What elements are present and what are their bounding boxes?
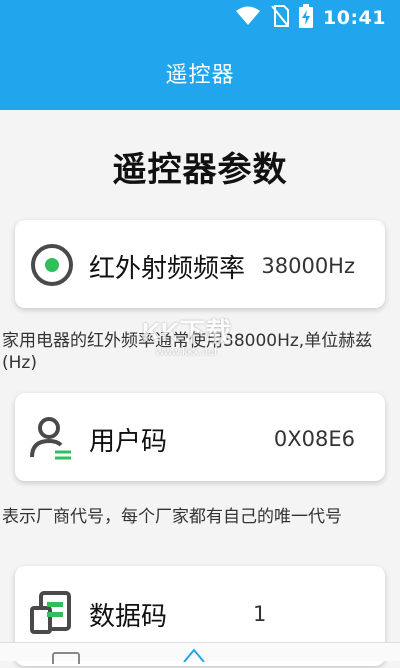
status-bar: 10:41 xyxy=(0,0,400,36)
param-description: 表示厂商代号，每个厂家都有自己的唯一代号 xyxy=(2,507,342,527)
param-card-frequency[interactable]: 红外射频频率 38000Hz xyxy=(15,220,385,308)
status-time: 10:41 xyxy=(323,7,386,29)
param-value: 0X08E6 xyxy=(273,427,355,451)
bottom-nav xyxy=(0,642,400,668)
watermark: KK下载 www.kkx.net xyxy=(142,312,267,364)
no-sim-icon xyxy=(271,5,290,31)
param-value: 1 xyxy=(253,602,267,626)
param-label: 用户码 xyxy=(89,427,168,457)
user-code-icon xyxy=(29,415,75,461)
battery-charging-icon xyxy=(299,4,314,32)
watermark-text: KK下载 xyxy=(142,317,232,347)
param-value: 38000Hz xyxy=(261,254,355,278)
param-card-user-code[interactable]: 用户码 0X08E6 xyxy=(15,393,385,481)
page-heading: 遥控器参数 xyxy=(112,150,288,190)
watermark-url: www.kkx.net xyxy=(156,346,218,358)
tools-tab-icon[interactable] xyxy=(180,647,208,666)
app-bar: 遥控器 xyxy=(0,36,400,110)
param-label: 数据码 xyxy=(89,602,168,632)
remote-tab-icon[interactable] xyxy=(52,649,80,668)
status-icons: 10:41 xyxy=(235,4,386,32)
data-code-icon xyxy=(29,590,75,636)
param-label: 红外射频频率 xyxy=(89,254,246,284)
radio-button-icon xyxy=(29,242,75,288)
app-bar-title: 遥控器 xyxy=(165,63,235,88)
wifi-icon xyxy=(235,6,261,30)
